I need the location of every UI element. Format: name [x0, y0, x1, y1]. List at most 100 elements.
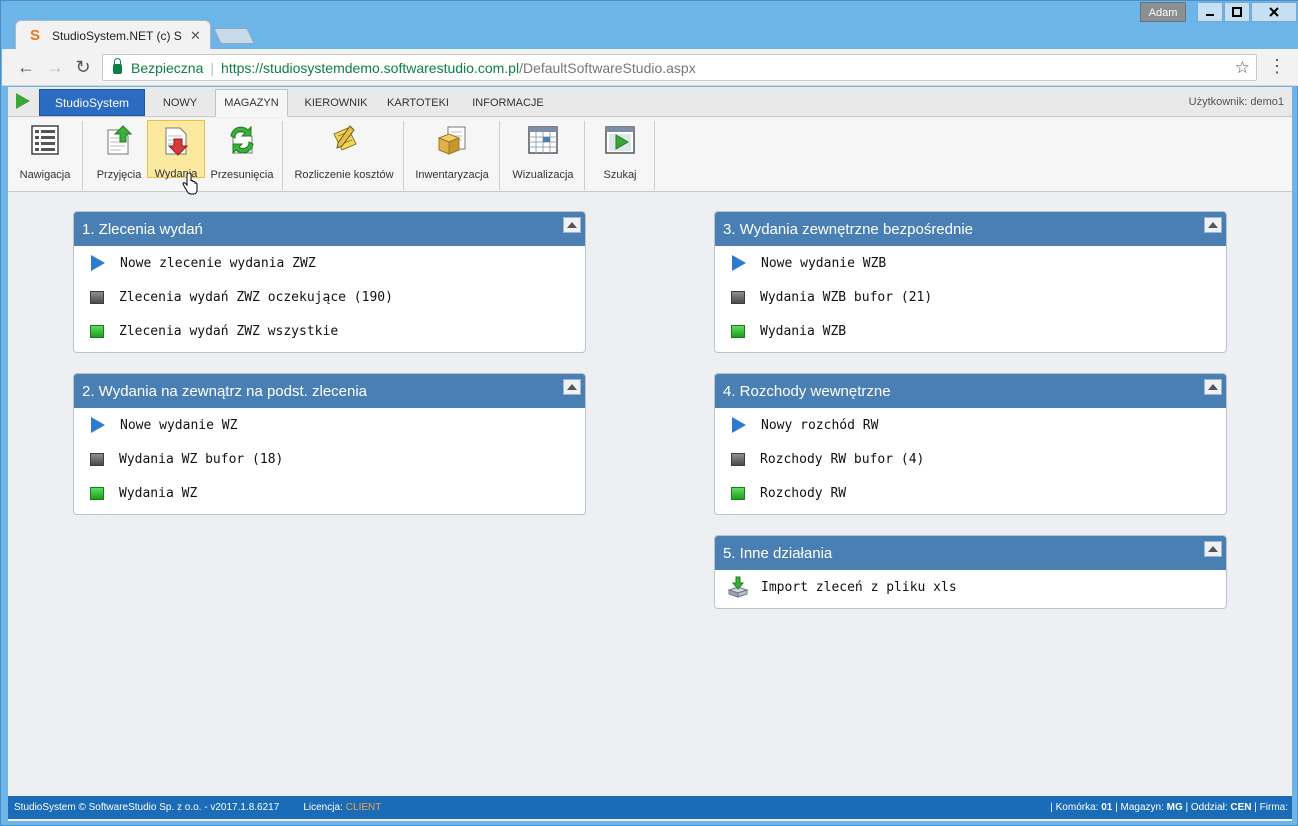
browser-toolbar: ← → ↻ Bezpieczna | https://studiosystemd… — [2, 49, 1298, 86]
maximize-icon — [1232, 7, 1242, 17]
secure-label: Bezpieczna — [131, 59, 204, 76]
list-item[interactable]: Zlecenia wydań ZWZ oczekujące (190) — [74, 280, 585, 314]
list-item[interactable]: Wydania WZB — [715, 314, 1226, 348]
ribbon-label: Przesunięcia — [210, 169, 274, 181]
import-icon — [727, 576, 749, 598]
run-icon[interactable] — [16, 93, 30, 109]
list-item[interactable]: Wydania WZB bufor (21) — [715, 280, 1226, 314]
navigation-icon — [31, 125, 59, 155]
ribbon-label: Wizualizacja — [512, 169, 574, 181]
url-path: /DefaultSoftwareStudio.aspx — [519, 59, 696, 76]
panel-rozchody-wewnetrzne: 4. Rozchody wewnętrzne Nowy rozchód RW R… — [714, 373, 1227, 515]
panel-header: 1. Zlecenia wydań — [74, 212, 585, 246]
list-item-label[interactable]: Zlecenia wydań ZWZ wszystkie — [119, 324, 338, 339]
reload-icon[interactable]: ↻ — [73, 57, 93, 77]
list-item-label[interactable]: Rozchody RW bufor (4) — [760, 452, 924, 467]
ribbon-szukaj[interactable]: Szukaj — [594, 120, 646, 181]
collapse-button[interactable] — [563, 379, 581, 395]
collapse-button[interactable] — [1204, 379, 1222, 395]
list-item-label[interactable]: Nowe wydanie WZB — [761, 256, 886, 271]
panel-header: 4. Rozchody wewnętrzne — [715, 374, 1226, 408]
minimize-button[interactable] — [1197, 2, 1223, 22]
tab-nowy[interactable]: NOWY — [158, 89, 202, 117]
status-bar: StudioSystem © SoftwareStudio Sp. z o.o.… — [8, 796, 1292, 819]
inventory-icon — [437, 126, 466, 155]
ribbon-separator — [82, 121, 83, 190]
warehouse-label: Magazyn: — [1120, 802, 1164, 813]
back-icon[interactable]: ← — [16, 57, 36, 77]
list-item[interactable]: Nowe wydanie WZ — [74, 408, 585, 442]
forward-icon[interactable]: → — [45, 57, 65, 77]
ribbon-przyjecia[interactable]: Przyjęcia — [92, 120, 146, 181]
issue-icon — [165, 127, 189, 156]
ribbon-inwentaryzacja[interactable]: Inwentaryzacja — [414, 120, 490, 181]
company-label: Firma: — [1259, 802, 1288, 813]
list-item-label[interactable]: Nowe zlecenie wydania ZWZ — [120, 256, 316, 271]
ribbon-rozliczenie-kosztow[interactable]: Rozliczenie kosztów — [293, 120, 395, 181]
list-item[interactable]: Nowe zlecenie wydania ZWZ — [74, 246, 585, 280]
cell-label: Komórka: — [1055, 802, 1099, 813]
ribbon-nawigacja[interactable]: Nawigacja — [14, 120, 76, 181]
ribbon-label: Szukaj — [603, 169, 637, 181]
user-label: Użytkownik: demo1 — [1188, 96, 1284, 108]
warehouse-value: MG — [1166, 802, 1183, 813]
list-item-label[interactable]: Wydania WZB — [760, 324, 846, 339]
ribbon-wizualizacja[interactable]: Wizualizacja — [510, 120, 576, 181]
minimize-icon — [1206, 14, 1214, 16]
list-item[interactable]: Rozchody RW — [715, 476, 1226, 510]
list-item-label[interactable]: Zlecenia wydań ZWZ oczekujące (190) — [119, 290, 393, 305]
ribbon-separator — [499, 121, 500, 190]
ribbon-separator — [282, 121, 283, 190]
address-bar[interactable]: Bezpieczna | https://studiosystemdemo.so… — [102, 54, 1257, 81]
ribbon-label: Inwentaryzacja — [415, 169, 489, 181]
studiosystem-logo-icon: S — [30, 26, 41, 44]
status-context: | Komórka: 01 | Magazyn: MG | Oddział: C… — [1050, 802, 1288, 813]
ribbon-przesuniecia[interactable]: Przesunięcia — [210, 120, 274, 181]
new-tab-button[interactable] — [213, 28, 255, 44]
tab-informacje[interactable]: INFORMACJE — [468, 89, 548, 117]
maximize-button[interactable] — [1224, 2, 1250, 22]
user-chip[interactable]: Adam — [1140, 2, 1186, 22]
play-arrow-icon — [732, 417, 746, 433]
list-item-label[interactable]: Rozchody RW — [760, 486, 846, 501]
list-item[interactable]: Wydania WZ — [74, 476, 585, 510]
list-item[interactable]: Import zleceń z pliku xls — [715, 570, 1226, 604]
collapse-button[interactable] — [563, 217, 581, 233]
bookmark-star-icon[interactable]: ☆ — [1235, 58, 1250, 78]
list-item-label[interactable]: Import zleceń z pliku xls — [761, 580, 957, 595]
tab-kartoteki[interactable]: KARTOTEKI — [384, 89, 452, 117]
collapse-button[interactable] — [1204, 541, 1222, 557]
copyright-text: StudioSystem © SoftwareStudio Sp. z o.o.… — [14, 802, 280, 813]
list-item[interactable]: Rozchody RW bufor (4) — [715, 442, 1226, 476]
cell-value: 01 — [1101, 802, 1113, 813]
gray-square-icon — [90, 290, 104, 304]
license-label: Licencja: — [303, 802, 343, 813]
browser-menu-icon[interactable]: ⋮ — [1268, 57, 1286, 75]
branch-value: CEN — [1230, 802, 1252, 813]
tab-magazyn[interactable]: MAGAZYN — [215, 89, 288, 117]
green-square-icon — [90, 324, 104, 338]
ribbon-label: Nawigacja — [19, 169, 71, 181]
tab-kierownik[interactable]: KIEROWNIK — [298, 89, 374, 117]
collapse-button[interactable] — [1204, 217, 1222, 233]
cost-settlement-icon — [333, 125, 357, 151]
tab-close-icon[interactable]: ✕ — [190, 28, 201, 44]
list-item[interactable]: Nowe wydanie WZB — [715, 246, 1226, 280]
list-item-label[interactable]: Nowe wydanie WZ — [120, 418, 237, 433]
panel-wydania-wzb: 3. Wydania zewnętrzne bezpośrednie Nowe … — [714, 211, 1227, 353]
list-item-label[interactable]: Wydania WZ bufor (18) — [119, 452, 283, 467]
close-icon — [1269, 7, 1279, 17]
list-item-label[interactable]: Nowy rozchód RW — [761, 418, 878, 433]
play-arrow-icon — [91, 417, 105, 433]
list-item-label[interactable]: Wydania WZB bufor (21) — [760, 290, 932, 305]
ribbon-wydania[interactable]: Wydania — [147, 120, 205, 180]
green-square-icon — [731, 486, 745, 500]
close-window-button[interactable] — [1251, 2, 1297, 22]
list-item[interactable]: Nowy rozchód RW — [715, 408, 1226, 442]
brand-button[interactable]: StudioSystem — [39, 89, 145, 116]
browser-tab[interactable]: S StudioSystem.NET (c) Sof ✕ — [15, 20, 211, 50]
transfer-icon — [230, 125, 254, 155]
list-item-label[interactable]: Wydania WZ — [119, 486, 197, 501]
list-item[interactable]: Wydania WZ bufor (18) — [74, 442, 585, 476]
list-item[interactable]: Zlecenia wydań ZWZ wszystkie — [74, 314, 585, 348]
